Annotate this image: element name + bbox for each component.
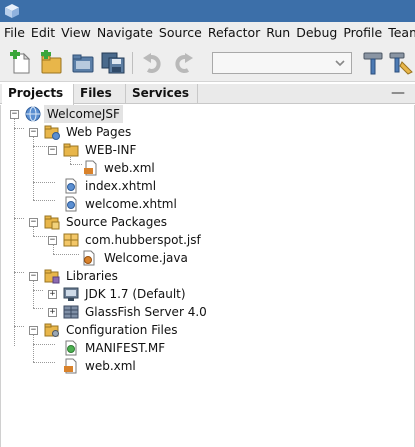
minimize-window-icon[interactable]: — xyxy=(391,84,405,104)
config-folder-icon xyxy=(44,323,59,337)
tree-label: Configuration Files xyxy=(66,323,178,337)
new-file-button[interactable] xyxy=(8,49,34,76)
tree-node-welcome-java[interactable]: Welcome.java xyxy=(1,249,401,267)
tab-services[interactable]: Services xyxy=(126,84,198,104)
xhtml-file-icon xyxy=(65,178,77,194)
tree-label: Welcome.java xyxy=(104,251,188,265)
menu-profile[interactable]: Profile xyxy=(339,22,384,44)
tree-label: WelcomeJSF xyxy=(44,105,123,123)
collapse-toggle-icon[interactable]: − xyxy=(29,128,38,137)
web-project-globe-icon xyxy=(25,106,41,122)
new-file-icon xyxy=(10,49,31,74)
new-project-button[interactable] xyxy=(38,49,64,76)
collapse-toggle-icon[interactable]: − xyxy=(10,110,19,119)
expand-toggle-icon[interactable]: + xyxy=(48,290,57,299)
tree-label: Libraries xyxy=(66,269,118,283)
tree-node-index-xhtml[interactable]: index.xhtml xyxy=(1,177,401,195)
tree-node-web-pages[interactable]: − Web Pages xyxy=(1,123,401,141)
collapse-toggle-icon[interactable]: − xyxy=(29,218,38,227)
libraries-folder-icon xyxy=(44,269,60,284)
menu-source[interactable]: Source xyxy=(155,22,204,44)
redo-button[interactable] xyxy=(170,50,196,76)
tree-label: Source Packages xyxy=(66,215,168,229)
collapse-toggle-icon[interactable]: − xyxy=(48,236,57,245)
collapse-toggle-icon[interactable]: − xyxy=(29,272,38,281)
expand-toggle-icon[interactable]: + xyxy=(48,308,57,317)
tab-files-label: Files xyxy=(80,86,112,100)
clean-build-icon xyxy=(389,52,413,75)
folder-icon xyxy=(63,143,79,157)
server-library-icon xyxy=(63,305,79,319)
tree-node-config-web-xml[interactable]: web.xml xyxy=(1,357,401,375)
source-packages-folder-icon xyxy=(44,215,60,230)
web-pages-folder-icon xyxy=(44,125,60,140)
tree-node-source-packages[interactable]: − Source Packages xyxy=(1,213,401,231)
tree-label: Web Pages xyxy=(66,125,132,139)
menu-view[interactable]: View xyxy=(57,22,93,44)
collapse-toggle-icon[interactable]: − xyxy=(29,326,38,335)
netbeans-cube-icon xyxy=(5,4,19,18)
tree-label: web.xml xyxy=(104,161,155,175)
tree-label: index.xhtml xyxy=(85,179,157,193)
java-package-icon xyxy=(63,233,79,247)
new-project-icon xyxy=(41,49,62,74)
tree-node-glassfish[interactable]: + GlassFish Server 4.0 xyxy=(1,303,401,321)
xml-file-icon xyxy=(64,358,77,374)
tree-node-web-xml[interactable]: web.xml xyxy=(1,159,401,177)
xml-file-icon xyxy=(84,160,97,176)
redo-icon xyxy=(175,53,193,73)
menu-team[interactable]: Team xyxy=(384,22,415,44)
tree-label: WEB-INF xyxy=(85,143,137,157)
open-project-button[interactable] xyxy=(70,50,96,76)
menu-run[interactable]: Run xyxy=(262,22,292,44)
menu-refactor[interactable]: Refactor xyxy=(204,22,262,44)
menu-debug[interactable]: Debug xyxy=(292,22,339,44)
tree-node-libraries[interactable]: − Libraries xyxy=(1,267,401,285)
jdk-library-icon xyxy=(63,287,79,301)
chevron-down-icon xyxy=(335,60,345,67)
build-project-button[interactable] xyxy=(360,50,386,76)
project-tree: − WelcomeJSF − Web Pages − WEB-INF web.x… xyxy=(0,105,415,447)
menu-edit[interactable]: Edit xyxy=(27,22,57,44)
menu-bar: File Edit View Navigate Source Refactor Run Deb… xyxy=(0,22,415,44)
save-all-icon xyxy=(101,52,125,74)
tree-label: JDK 1.7 (Default) xyxy=(85,287,186,301)
manifest-file-icon xyxy=(65,340,77,356)
tree-label: com.hubberspot.jsf xyxy=(85,233,201,247)
tree-node-web-inf[interactable]: − WEB-INF xyxy=(1,141,401,159)
tree-node-configuration-files[interactable]: − Configuration Files xyxy=(1,321,401,339)
save-all-button[interactable] xyxy=(100,50,126,76)
tree-label: MANIFEST.MF xyxy=(85,341,166,355)
java-class-file-icon xyxy=(83,250,95,266)
tree-label: GlassFish Server 4.0 xyxy=(85,305,207,319)
open-project-icon xyxy=(72,54,94,73)
menu-navigate[interactable]: Navigate xyxy=(93,22,155,44)
xhtml-file-icon xyxy=(65,196,77,212)
tree-node-project-root[interactable]: − WelcomeJSF xyxy=(1,105,401,123)
tree-node-jdk[interactable]: + JDK 1.7 (Default) xyxy=(1,285,401,303)
configuration-dropdown[interactable] xyxy=(212,52,352,74)
tab-services-label: Services xyxy=(132,86,190,100)
explorer-tab-strip: Projects✕ Files Services — xyxy=(0,84,415,120)
undo-icon xyxy=(143,53,161,73)
undo-button[interactable] xyxy=(140,50,166,76)
window-titlebar xyxy=(0,0,415,22)
tree-node-welcome-xhtml[interactable]: welcome.xhtml xyxy=(1,195,401,213)
toolbar-separator xyxy=(132,52,133,74)
build-hammer-icon xyxy=(363,52,383,75)
main-toolbar xyxy=(0,44,415,82)
tree-node-manifest[interactable]: MANIFEST.MF xyxy=(1,339,401,357)
tab-files[interactable]: Files xyxy=(74,84,126,104)
tab-projects[interactable]: Projects✕ xyxy=(2,84,74,120)
menu-file[interactable]: File xyxy=(0,22,27,44)
tree-label: web.xml xyxy=(85,359,136,373)
tree-node-package[interactable]: − com.hubberspot.jsf xyxy=(1,231,401,249)
clean-build-button[interactable] xyxy=(388,50,414,76)
collapse-toggle-icon[interactable]: − xyxy=(48,146,57,155)
tree-label: welcome.xhtml xyxy=(85,197,177,211)
tab-projects-label: Projects xyxy=(8,86,64,100)
